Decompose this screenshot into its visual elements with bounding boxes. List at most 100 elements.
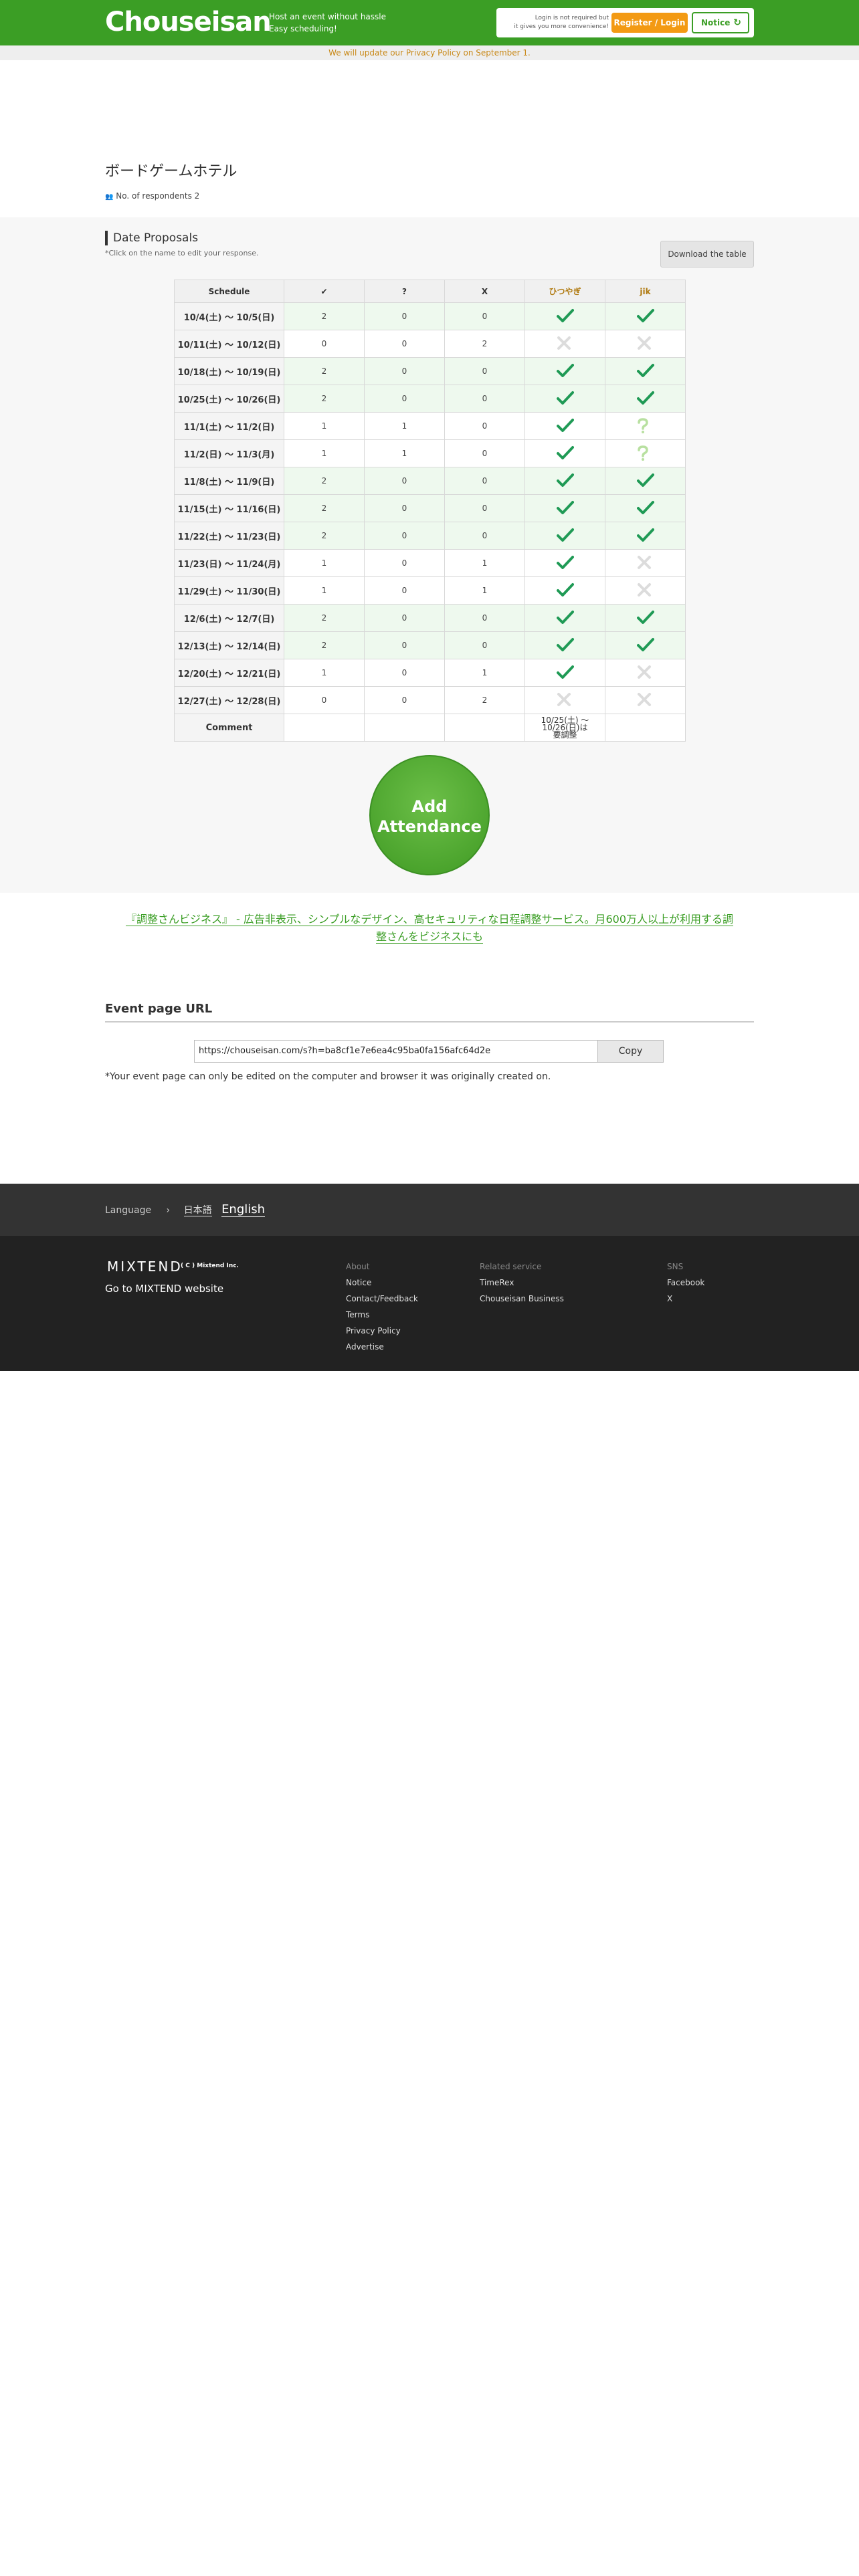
cross-icon (637, 336, 654, 350)
footer-link-advertise[interactable]: Advertise (346, 1339, 418, 1355)
table-row: 11/22(土) 〜 11/23(日) 2 0 0 (174, 522, 686, 550)
table-row: 10/4(土) 〜 10/5(日) 2 0 0 (174, 302, 686, 330)
no-count: 0 (444, 439, 525, 467)
notice-button[interactable]: Notice ↻ (692, 12, 749, 33)
participant-2-response (605, 522, 686, 550)
footer-link-privacy[interactable]: Privacy Policy (346, 1323, 418, 1339)
maybe-count: 0 (364, 631, 445, 659)
yes-count: 0 (284, 686, 365, 714)
login-note-line-1: Login is not required but (535, 15, 609, 21)
maybe-count: 0 (364, 467, 445, 495)
participant-1-response (524, 686, 605, 714)
footer-link-terms[interactable]: Terms (346, 1307, 418, 1323)
tagline-line-2: Easy scheduling! (269, 24, 337, 33)
check-icon (556, 528, 574, 542)
table-row: 11/15(土) 〜 11/16(日) 2 0 0 (174, 494, 686, 522)
language-english-link[interactable]: English (221, 1202, 266, 1217)
check-icon (556, 363, 574, 378)
date-cell: 10/4(土) 〜 10/5(日) (174, 302, 284, 330)
mixtend-logo[interactable]: MIXTEND (107, 1259, 183, 1275)
table-row: 11/23(日) 〜 11/24(月) 1 0 1 (174, 549, 686, 577)
participant-1-response (524, 385, 605, 413)
footer-link-contact[interactable]: Contact/Feedback (346, 1291, 418, 1307)
login-box: Login is not required but it gives you m… (496, 8, 754, 37)
no-count: 0 (444, 302, 525, 330)
check-icon (636, 500, 654, 515)
language-japanese-link[interactable]: 日本語 (183, 1205, 212, 1216)
yes-count: 2 (284, 385, 365, 413)
yes-count: 2 (284, 494, 365, 522)
yes-count: 2 (284, 522, 365, 550)
table-row: 12/13(土) 〜 12/14(日) 2 0 0 (174, 631, 686, 659)
participant-2-response (605, 302, 686, 330)
maybe-count: 0 (364, 357, 445, 385)
check-icon (636, 473, 654, 488)
participant-2-response (605, 576, 686, 605)
participant-1-comment: 10/25(土) 〜 10/26(日)は 要調整 (524, 714, 605, 742)
participant-2-response (605, 631, 686, 659)
tagline: Host an event without hassle Easy schedu… (269, 11, 386, 35)
footer-related-column: Related service TimeRex Chouseisan Busin… (480, 1259, 564, 1307)
event-url-field[interactable]: https://chouseisan.com/s?h=ba8cf1e7e6ea4… (194, 1040, 597, 1063)
no-count: 2 (444, 686, 525, 714)
download-table-button[interactable]: Download the table (660, 241, 754, 267)
date-cell: 10/25(土) 〜 10/26(日) (174, 385, 284, 413)
check-icon (556, 500, 574, 515)
participant-name-2[interactable]: jik (605, 280, 686, 303)
participant-2-response (605, 330, 686, 358)
yes-count: 1 (284, 412, 365, 440)
maybe-count: 0 (364, 494, 445, 522)
participant-1-response (524, 412, 605, 440)
chouseisan-business-link[interactable]: 『調整さんビジネス』 - 広告非表示、シンプルなデザイン、高セキュリティな日程調… (105, 911, 754, 946)
copy-url-button[interactable]: Copy (597, 1040, 664, 1063)
check-icon (556, 665, 574, 679)
mixtend-website-link[interactable]: Go to MIXTEND website (105, 1283, 223, 1295)
add-attendance-button[interactable]: Add Attendance (369, 755, 490, 875)
check-icon (636, 610, 654, 625)
maybe-count: 0 (364, 576, 445, 605)
footer-link-facebook[interactable]: Facebook (667, 1275, 704, 1291)
date-cell: 11/29(土) 〜 11/30(日) (174, 576, 284, 605)
participant-1-response (524, 522, 605, 550)
chouseisan-logo[interactable]: Chouseisan (105, 7, 272, 37)
maybe-count: 0 (364, 659, 445, 687)
check-icon (636, 391, 654, 405)
table-row: 11/8(土) 〜 11/9(日) 2 0 0 (174, 467, 686, 495)
footer-link-notice[interactable]: Notice (346, 1275, 418, 1291)
check-icon (556, 391, 574, 405)
table-row: 12/27(土) 〜 12/28(日) 0 0 2 (174, 686, 686, 714)
cross-icon (637, 692, 654, 707)
date-cell: 12/20(土) 〜 12/21(日) (174, 659, 284, 687)
login-note: Login is not required but it gives you m… (503, 14, 609, 31)
no-count: 1 (444, 659, 525, 687)
respondents-text: No. of respondents 2 (116, 191, 200, 201)
footer-link-chouseisan-business[interactable]: Chouseisan Business (480, 1291, 564, 1307)
yes-count: 0 (284, 330, 365, 358)
participant-1-response (524, 467, 605, 495)
check-icon (636, 528, 654, 542)
cross-icon (637, 555, 654, 570)
tagline-line-1: Host an event without hassle (269, 12, 387, 21)
check-icon (556, 308, 574, 323)
cross-icon (637, 582, 654, 597)
comment-row: Comment 10/25(土) 〜 10/26(日)は 要調整 (174, 714, 686, 742)
participant-1-response (524, 631, 605, 659)
table-row: 11/1(土) 〜 11/2(日) 1 1 0 (174, 412, 686, 440)
participant-name-1[interactable]: ひつやぎ (524, 280, 605, 303)
date-cell: 11/8(土) 〜 11/9(日) (174, 467, 284, 495)
no-count: 2 (444, 330, 525, 358)
privacy-notice-bar[interactable]: We will update our Privacy Policy on Sep… (0, 45, 859, 60)
respondents-count: 👥 No. of respondents 2 (105, 191, 199, 201)
date-cell: 11/22(土) 〜 11/23(日) (174, 522, 284, 550)
refresh-icon: ↻ (733, 17, 741, 28)
maybe-count: 0 (364, 549, 445, 577)
maybe-count: 1 (364, 412, 445, 440)
footer-related-title: Related service (480, 1262, 542, 1271)
footer-link-timerex[interactable]: TimeRex (480, 1275, 564, 1291)
add-attendance-line-2: Attendance (377, 817, 482, 836)
table-row: 11/2(日) 〜 11/3(月) 1 1 0 (174, 439, 686, 467)
register-login-button[interactable]: Register / Login (611, 13, 688, 33)
event-title: ボードゲームホテル (105, 163, 237, 180)
footer-link-x[interactable]: X (667, 1291, 704, 1307)
yes-count: 2 (284, 357, 365, 385)
